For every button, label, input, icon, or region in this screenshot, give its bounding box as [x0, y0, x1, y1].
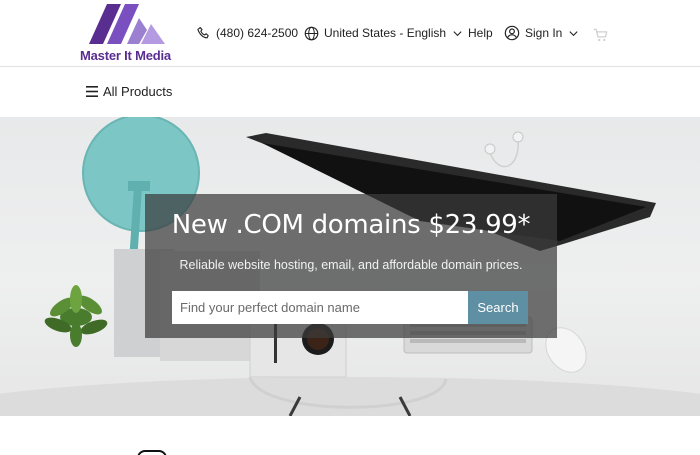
cart-icon — [593, 28, 608, 42]
logo-mark — [89, 4, 165, 44]
phone-link[interactable]: (480) 624-2500 — [196, 24, 298, 42]
chevron-down-icon — [453, 30, 462, 36]
sign-in-menu[interactable]: Sign In — [504, 24, 579, 42]
all-products-label: All Products — [103, 84, 173, 99]
phone-number: (480) 624-2500 — [216, 26, 299, 40]
hero-promo-panel: New .COM domains $23.99* Reliable websit… — [145, 194, 557, 338]
domain-search-input[interactable] — [172, 291, 468, 324]
phone-icon — [197, 26, 209, 38]
brand-name: Master It Media — [80, 48, 171, 63]
hero-headline: New .COM domains $23.99* — [171, 210, 531, 240]
globe-icon — [304, 26, 319, 40]
cart-button[interactable] — [593, 26, 608, 44]
sub-navigation: All Products — [0, 67, 700, 117]
locale-selector[interactable]: United States - English — [304, 24, 463, 42]
site-header: Master It Media (480) 624-2500 United St… — [0, 0, 700, 67]
user-icon — [504, 25, 520, 41]
brand-logo[interactable]: Master It Media — [80, 4, 176, 64]
domain-search-button[interactable]: Search — [468, 291, 528, 324]
sign-in-label: Sign In — [525, 26, 563, 40]
hero-banner: New .COM domains $23.99* Reliable websit… — [0, 117, 700, 416]
content-peek-shape — [137, 450, 167, 455]
hero-subheadline: Reliable website hosting, email, and aff… — [179, 258, 523, 272]
menu-icon — [86, 86, 98, 97]
help-link[interactable]: Help — [468, 24, 493, 42]
locale-label: United States - English — [324, 26, 447, 40]
chevron-down-icon — [569, 30, 578, 36]
all-products-menu[interactable]: All Products — [86, 84, 172, 99]
